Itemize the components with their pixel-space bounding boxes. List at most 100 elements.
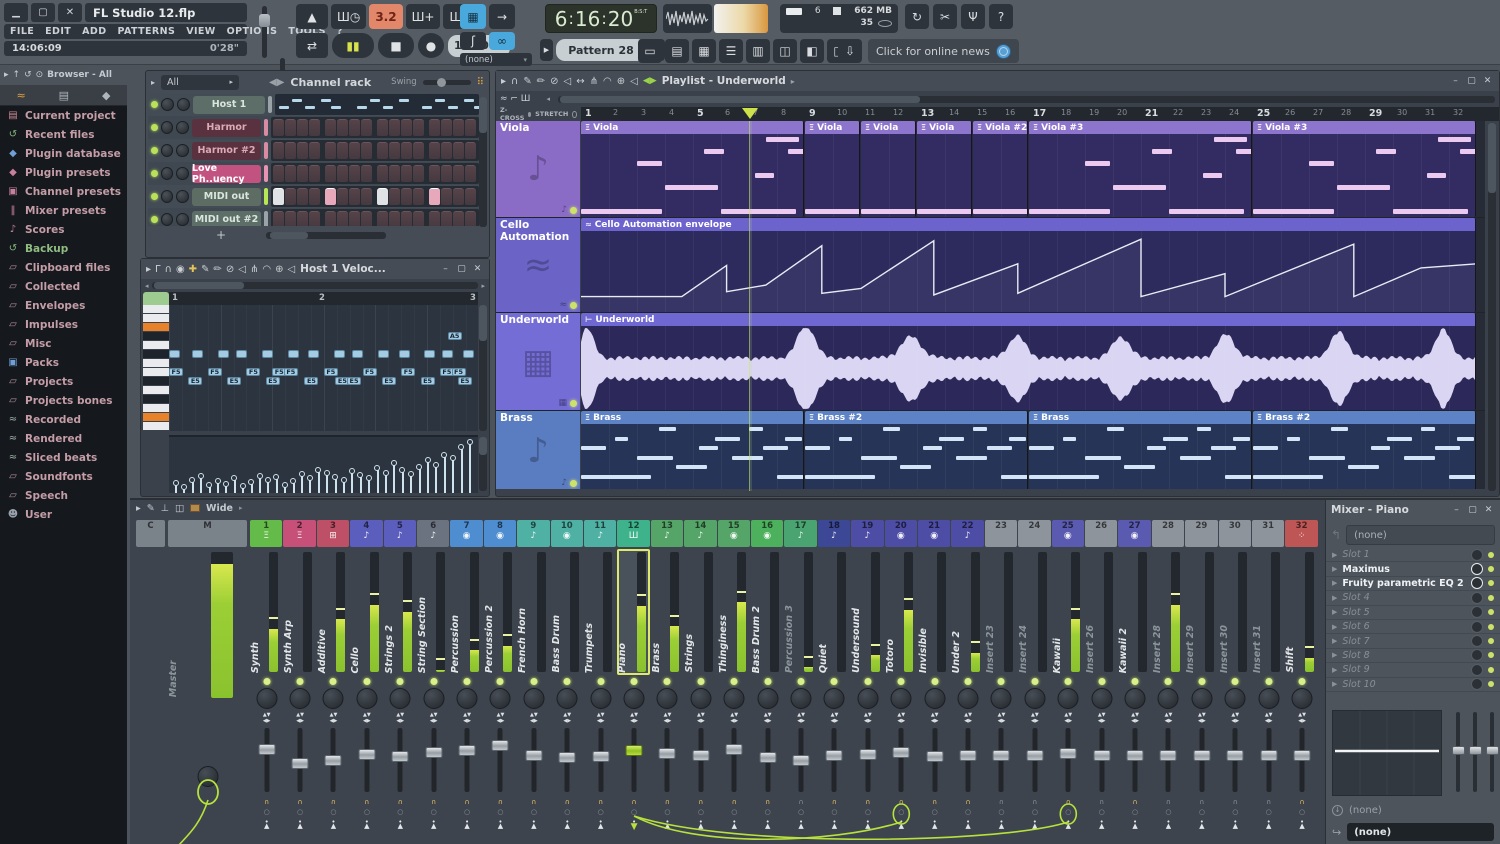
pl-slice-tool-icon[interactable]: ⋔ bbox=[590, 76, 598, 87]
piano-key[interactable] bbox=[143, 422, 169, 431]
strip-led[interactable] bbox=[630, 678, 638, 685]
step-cell[interactable] bbox=[284, 211, 296, 226]
strip-clock-icon[interactable]: ○ bbox=[1299, 808, 1305, 816]
pl-track-header[interactable]: Viola ♪ ♪ bbox=[496, 121, 580, 217]
step-cell[interactable] bbox=[452, 211, 464, 226]
channel-pan-knob[interactable] bbox=[160, 167, 174, 180]
pr-note-grid[interactable]: F5 F5 F5 F5 F5 F5 F5 F5 F5 F5 E5 E5 E5 E5 E5 E5 E5 E5 E5 A5 bbox=[169, 305, 478, 431]
step-cell[interactable] bbox=[284, 119, 296, 136]
piano-key[interactable] bbox=[143, 413, 169, 422]
step-cell[interactable] bbox=[360, 211, 372, 226]
pr-velocity-handle[interactable] bbox=[348, 468, 355, 475]
pl-clip[interactable]: Ξ Viola bbox=[581, 121, 804, 217]
step-cell[interactable] bbox=[308, 119, 320, 136]
strip-pan-knob[interactable] bbox=[423, 688, 445, 709]
pl-menu-icon[interactable]: ▸ bbox=[501, 76, 506, 87]
strip-led[interactable] bbox=[931, 678, 939, 685]
strip-color-tab[interactable]: 20 ◉ bbox=[884, 520, 917, 547]
strip-route-arrow[interactable]: ▲ bbox=[531, 822, 536, 830]
step-cell[interactable] bbox=[296, 188, 308, 205]
fx-send-fader-1[interactable] bbox=[1451, 712, 1465, 792]
fx-slot-mix-knob[interactable] bbox=[1471, 606, 1483, 619]
fx-output-select[interactable]: (none) bbox=[1347, 823, 1494, 841]
blend-recording-button[interactable]: Ш+ bbox=[405, 4, 441, 29]
pr-close-icon[interactable]: ✕ bbox=[471, 264, 484, 274]
channel-step-sequencer[interactable] bbox=[270, 163, 479, 184]
download-icon[interactable]: ⇩ bbox=[838, 39, 862, 63]
mixer-strip-synth[interactable]: 1 Ξ Synth ▲▼ ◀▶ ∩ ○ • ▲ bbox=[250, 516, 283, 844]
step-cell[interactable] bbox=[348, 188, 360, 205]
step-cell[interactable] bbox=[284, 188, 296, 205]
strip-lock-icon[interactable]: ∩ bbox=[465, 798, 470, 806]
strip-route-arrow[interactable]: ▲ bbox=[1299, 822, 1304, 830]
pl-track-content[interactable]: Ξ Brass Ξ Brass #2 Ξ Brass Ξ Brass #2 bbox=[581, 411, 1485, 489]
browser-item-packs[interactable]: ▣ Packs bbox=[0, 353, 127, 372]
step-cell[interactable] bbox=[400, 142, 412, 159]
browser-up-icon[interactable]: ↑ bbox=[13, 70, 21, 80]
step-cell[interactable] bbox=[376, 119, 388, 136]
strip-color-tab[interactable]: 12 Ш bbox=[617, 520, 650, 547]
touch-controller-panel[interactable]: ◧ bbox=[800, 39, 824, 63]
strip-led[interactable] bbox=[697, 678, 705, 685]
step-cell[interactable] bbox=[388, 211, 400, 226]
microphone-icon[interactable]: Ψ bbox=[961, 4, 985, 29]
fx-minimize-icon[interactable]: – bbox=[1450, 505, 1463, 515]
fx-slot-enable-led[interactable] bbox=[1488, 623, 1494, 630]
strip-led[interactable] bbox=[1231, 678, 1239, 685]
pr-velocity-handle[interactable] bbox=[399, 467, 406, 474]
pr-velocity-handle[interactable] bbox=[206, 481, 213, 488]
step-cell[interactable] bbox=[400, 119, 412, 136]
strip-color-tab[interactable]: 2Ξ bbox=[283, 520, 316, 547]
pr-minimize-icon[interactable]: – bbox=[439, 264, 452, 274]
mixer-strip-bass-drum[interactable]: 10 ◉ Bass Drum ▲▼ ◀▶ ∩ ○ • ▲ bbox=[550, 516, 584, 844]
pl-track-content[interactable]: ≈ Cello Automation envelope bbox=[581, 218, 1485, 312]
main-volume-slider[interactable] bbox=[259, 6, 270, 58]
strip-pan-knob[interactable] bbox=[1024, 688, 1046, 709]
pr-velocity-handle[interactable] bbox=[357, 472, 364, 479]
step-cell[interactable] bbox=[440, 165, 452, 182]
pr-draw-tool-icon[interactable]: ✎ bbox=[201, 264, 209, 275]
strip-color-tab[interactable]: 25 ◉ bbox=[1051, 520, 1084, 547]
step-cell[interactable] bbox=[388, 119, 400, 136]
step-cell[interactable] bbox=[428, 211, 440, 226]
pl-clip[interactable]: Ξ Viola bbox=[805, 121, 860, 217]
mixer-strip-insert-29[interactable]: 29 Insert 29 ▲▼ ◀▶ ∩ ○ • ▲ bbox=[1185, 516, 1218, 844]
channel-volume-knob[interactable] bbox=[176, 167, 189, 180]
fx-slot-mix-knob[interactable] bbox=[1471, 548, 1483, 561]
strip-pan-knob[interactable] bbox=[957, 688, 979, 709]
strip-led[interactable] bbox=[363, 678, 371, 685]
pr-select-tool-icon[interactable]: ◠ bbox=[262, 264, 271, 275]
step-cell[interactable] bbox=[412, 119, 424, 136]
mixer-strip-insert-28[interactable]: 28 Insert 28 ▲▼ ◀▶ ∩ ○ • ▲ bbox=[1151, 516, 1185, 844]
pl-maximize-icon[interactable]: ▢ bbox=[1465, 76, 1478, 86]
strip-lock-icon[interactable]: ∩ bbox=[765, 798, 770, 806]
channel-selector-indicator[interactable] bbox=[264, 188, 268, 205]
step-cell[interactable] bbox=[452, 165, 464, 182]
piano-key[interactable] bbox=[143, 386, 169, 395]
channel-step-sequencer[interactable] bbox=[270, 117, 479, 138]
strip-clock-icon[interactable]: ○ bbox=[898, 808, 904, 816]
step-cell[interactable] bbox=[452, 119, 464, 136]
strip-fader[interactable] bbox=[692, 728, 710, 792]
pr-menu-icon[interactable]: ▸ bbox=[146, 264, 151, 275]
step-cell[interactable] bbox=[464, 142, 476, 159]
strip-fader[interactable] bbox=[558, 728, 576, 792]
browser-item-mixer-presets[interactable]: ‖ Mixer presets bbox=[0, 201, 127, 220]
pr-velocity-stem[interactable] bbox=[334, 478, 337, 493]
strip-clock-icon[interactable]: ○ bbox=[1032, 808, 1038, 816]
fx-slot-enable-led[interactable] bbox=[1488, 580, 1494, 587]
pr-velocity-handle[interactable] bbox=[449, 454, 456, 461]
step-cell[interactable] bbox=[440, 119, 452, 136]
pr-velocity-handle[interactable] bbox=[256, 473, 263, 480]
step-cell[interactable] bbox=[440, 142, 452, 159]
step-cell[interactable] bbox=[428, 165, 440, 182]
foot-pedal-icon[interactable]: ʃ bbox=[460, 32, 486, 50]
strip-lock-icon[interactable]: ∩ bbox=[1066, 798, 1071, 806]
strip-led[interactable] bbox=[1064, 678, 1072, 685]
mixer-strip-kawaii-2[interactable]: 27 ◉ Kawaii 2 ▲▼ ◀▶ ∩ ○ • ▲ bbox=[1118, 516, 1151, 844]
menu-options[interactable]: OPTIONS bbox=[227, 26, 278, 37]
pr-velocity-stem[interactable] bbox=[317, 471, 320, 493]
pr-note[interactable] bbox=[308, 350, 320, 358]
mixer-strip-insert-30[interactable]: 30 Insert 30 ▲▼ ◀▶ ∩ ○ • ▲ bbox=[1218, 516, 1252, 844]
typing-keyboard-icon[interactable]: ▦ bbox=[460, 4, 486, 29]
